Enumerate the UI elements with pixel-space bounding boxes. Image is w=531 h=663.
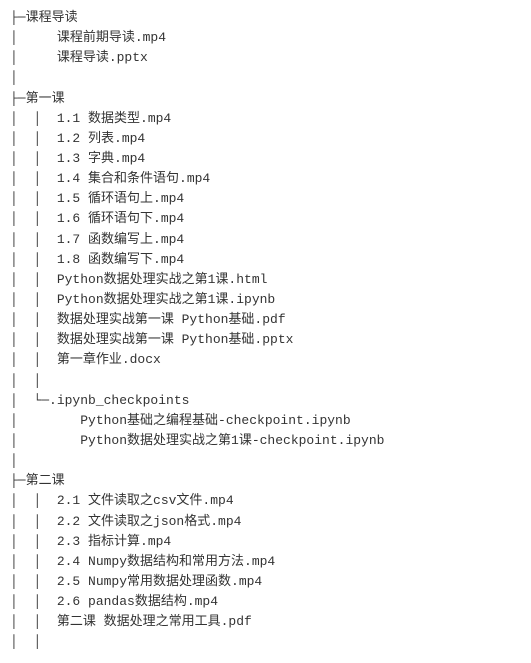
folder-name: 第一课 [26,91,65,106]
tree-prefix: │ │ [10,171,57,186]
folder-row: │ └─.ipynb_checkpoints [10,391,521,411]
tree-prefix: │ │ [10,554,57,569]
tree-prefix: │ │ [10,534,57,549]
file-row: │ │ 第一章作业.docx [10,350,521,370]
file-row: │ Python基础之编程基础-checkpoint.ipynb [10,411,521,431]
file-name: 1.4 集合和条件语句.mp4 [57,171,210,186]
file-row: │ │ 1.5 循环语句上.mp4 [10,189,521,209]
tree-prefix: ├─ [10,91,26,106]
file-name: Python基础之编程基础-checkpoint.ipynb [80,413,350,428]
file-row: │ 课程前期导读.mp4 [10,28,521,48]
file-name: 数据处理实战第一课 Python基础.pptx [57,332,294,347]
file-name: 课程前期导读.mp4 [57,30,166,45]
file-row: │ 课程导读.pptx [10,48,521,68]
tree-pipe-row: │ │ [10,371,521,391]
tree-prefix: │ │ [10,131,57,146]
file-name: Python数据处理实战之第1课.html [57,272,268,287]
tree-prefix: │ [10,50,57,65]
tree-prefix: │ └─ [10,393,49,408]
file-name: 2.5 Numpy常用数据处理函数.mp4 [57,574,262,589]
tree-prefix: │ │ [10,332,57,347]
tree-prefix: │ │ [10,352,57,367]
tree-prefix: │ │ [10,614,57,629]
file-row: │ │ 1.4 集合和条件语句.mp4 [10,169,521,189]
tree-pipe-row: │ [10,68,521,88]
file-name: 第二课 数据处理之常用工具.pdf [57,614,252,629]
tree-prefix: │ │ [10,252,57,267]
file-row: │ │ 2.1 文件读取之csv文件.mp4 [10,491,521,511]
file-row: │ │ 2.2 文件读取之json格式.mp4 [10,512,521,532]
file-name: 1.5 循环语句上.mp4 [57,191,184,206]
file-tree: ├─课程导读 │ 课程前期导读.mp4 │ 课程导读.pptx │ ├─第一课 … [0,0,531,663]
file-row: │ │ 1.7 函数编写上.mp4 [10,230,521,250]
tree-prefix: │ │ [10,493,57,508]
file-row: │ │ 2.5 Numpy常用数据处理函数.mp4 [10,572,521,592]
file-row: │ Python数据处理实战之第1课-checkpoint.ipynb [10,431,521,451]
file-row: │ │ 1.2 列表.mp4 [10,129,521,149]
file-name: 第一章作业.docx [57,352,161,367]
file-name: 1.2 列表.mp4 [57,131,145,146]
tree-pipe-row: │ │ [10,632,521,652]
file-name: 2.4 Numpy数据结构和常用方法.mp4 [57,554,275,569]
file-row: │ │ 数据处理实战第一课 Python基础.pdf [10,310,521,330]
file-name: 1.6 循环语句下.mp4 [57,211,184,226]
tree-prefix: │ │ [10,232,57,247]
file-name: 课程导读.pptx [57,50,148,65]
file-name: 1.7 函数编写上.mp4 [57,232,184,247]
file-row: │ │ 1.8 函数编写下.mp4 [10,250,521,270]
tree-prefix: │ │ [10,594,57,609]
tree-prefix: ├─ [10,473,26,488]
file-name: 2.6 pandas数据结构.mp4 [57,594,218,609]
tree-pipe-row: │ [10,451,521,471]
file-row: │ │ Python数据处理实战之第1课.html [10,270,521,290]
tree-prefix: │ │ [10,514,57,529]
folder-name: .ipynb_checkpoints [49,393,189,408]
folder-name: 课程导读 [26,10,78,25]
tree-prefix: │ │ [10,292,57,307]
folder-row: ├─课程导读 [10,8,521,28]
file-row: │ │ 1.1 数据类型.mp4 [10,109,521,129]
file-row: │ │ Python数据处理实战之第1课.ipynb [10,290,521,310]
file-name: Python数据处理实战之第1课-checkpoint.ipynb [80,433,384,448]
file-row: │ │ 1.3 字典.mp4 [10,149,521,169]
file-row: │ │ 1.6 循环语句下.mp4 [10,209,521,229]
file-row: │ │ 2.3 指标计算.mp4 [10,532,521,552]
file-name: 2.3 指标计算.mp4 [57,534,171,549]
file-name: 2.2 文件读取之json格式.mp4 [57,514,242,529]
file-row: │ │ 数据处理实战第一课 Python基础.pptx [10,330,521,350]
tree-prefix: │ │ [10,272,57,287]
tree-prefix: │ [10,433,80,448]
file-name: 2.1 文件读取之csv文件.mp4 [57,493,234,508]
tree-prefix: │ │ [10,111,57,126]
folder-name: 第二课 [26,473,65,488]
folder-row: ├─第二课 [10,471,521,491]
file-row: │ │ 2.6 pandas数据结构.mp4 [10,592,521,612]
tree-prefix: │ │ [10,312,57,327]
file-name: 1.3 字典.mp4 [57,151,145,166]
tree-prefix: │ [10,30,57,45]
folder-row: ├─第一课 [10,89,521,109]
file-name: 1.8 函数编写下.mp4 [57,252,184,267]
tree-prefix: │ │ [10,574,57,589]
file-name: 1.1 数据类型.mp4 [57,111,171,126]
tree-prefix: │ [10,413,80,428]
tree-prefix: │ │ [10,191,57,206]
tree-prefix: ├─ [10,10,26,25]
file-name: Python数据处理实战之第1课.ipynb [57,292,275,307]
file-row: │ │ 第二课 数据处理之常用工具.pdf [10,612,521,632]
tree-prefix: │ │ [10,211,57,226]
file-name: 数据处理实战第一课 Python基础.pdf [57,312,286,327]
tree-prefix: │ │ [10,151,57,166]
file-row: │ │ 2.4 Numpy数据结构和常用方法.mp4 [10,552,521,572]
